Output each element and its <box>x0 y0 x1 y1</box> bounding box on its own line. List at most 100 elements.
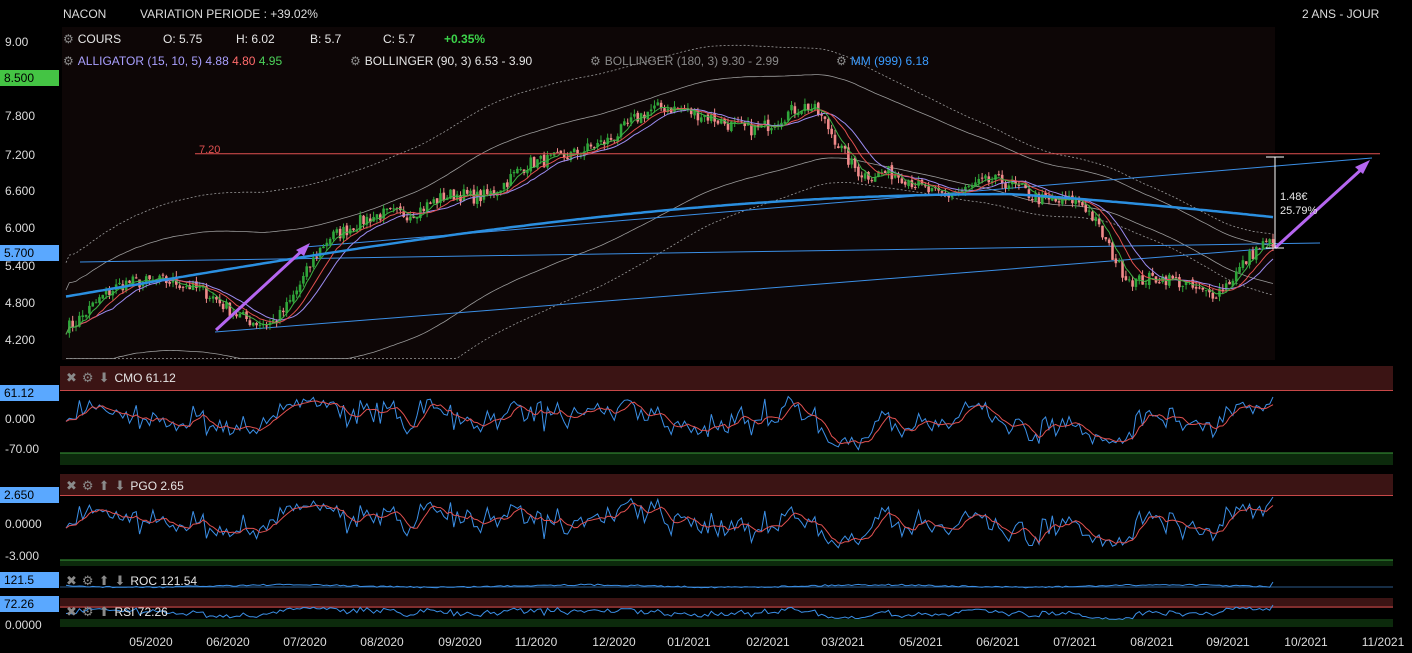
candle-body <box>235 314 238 317</box>
candle-body <box>385 208 389 211</box>
alligator-label: ALLIGATOR (15, 10, 5) <box>77 54 203 68</box>
candle-body <box>830 128 833 135</box>
candle-body <box>806 103 810 111</box>
y-tick: 7.200 <box>5 148 36 162</box>
y-tick: 6.000 <box>5 221 36 235</box>
candle-body <box>1238 266 1241 273</box>
candle-body <box>1081 202 1084 206</box>
candle-body <box>432 199 436 204</box>
level-label: 7.20 <box>199 144 221 156</box>
x-tick-label: 12/2020 <box>592 635 636 649</box>
candle-body <box>629 117 633 123</box>
close-icon[interactable]: ✖ <box>66 370 77 385</box>
candle-body <box>91 302 95 307</box>
candle-body <box>1124 276 1128 280</box>
mm-label: MM (999) 6.18 <box>850 54 929 68</box>
candle-body <box>1144 283 1148 285</box>
candle-body <box>1104 237 1108 240</box>
candle-body <box>827 119 830 130</box>
rsi-label: RSI 72.26 <box>114 605 168 619</box>
gear-icon[interactable]: ⚙ <box>82 370 94 385</box>
close-icon[interactable]: ✖ <box>66 478 77 493</box>
period-selector[interactable]: 2 ANS - JOUR <box>1302 7 1379 21</box>
candle-body <box>977 178 981 184</box>
arrow-up-icon[interactable]: ⬆ <box>99 573 110 588</box>
gear-icon[interactable]: ⚙ <box>63 32 74 46</box>
candle-body <box>288 300 292 302</box>
candle-body <box>599 140 603 142</box>
y-tick: 6.600 <box>5 184 36 198</box>
candle-body <box>649 109 653 112</box>
candle-body <box>1087 210 1091 212</box>
candle-body <box>328 238 332 245</box>
candle-body <box>181 286 185 288</box>
x-tick-label: 03/2021 <box>821 635 865 649</box>
x-tick-label: 06/2021 <box>976 635 1020 649</box>
gear-icon[interactable]: ⚙ <box>82 478 94 493</box>
candle-body <box>422 208 426 212</box>
candle-body <box>265 325 268 327</box>
candle-body <box>512 171 516 174</box>
arrow-up-icon[interactable]: ⬆ <box>99 604 110 619</box>
candle-body <box>1204 290 1208 292</box>
rsi-oversold-zone <box>60 619 1393 627</box>
candle-body <box>352 228 355 231</box>
candle-body <box>305 266 309 277</box>
high-value: H: 6.02 <box>236 32 275 46</box>
rsi-value-box: 72.26 <box>0 596 59 612</box>
pgo-tick: -3.000 <box>5 549 40 563</box>
candle-body <box>1007 185 1011 189</box>
candle-body <box>863 173 867 179</box>
y-tick: 4.800 <box>5 296 36 310</box>
close-icon[interactable]: ✖ <box>66 573 77 588</box>
candle-body <box>823 116 827 119</box>
candle-body <box>68 320 71 334</box>
gear-icon[interactable]: ⚙ <box>82 604 94 619</box>
candle-body <box>101 294 105 299</box>
candle-body <box>312 257 315 268</box>
candle-body <box>71 320 74 328</box>
gear-icon[interactable]: ⚙ <box>350 54 361 68</box>
candle-body <box>572 148 576 153</box>
candle-body <box>335 229 339 233</box>
candle-body <box>392 208 395 210</box>
gear-icon[interactable]: ⚙ <box>836 54 847 68</box>
gear-icon[interactable]: ⚙ <box>590 54 601 68</box>
candle-body <box>636 112 640 122</box>
candle-body <box>589 144 593 147</box>
x-tick-label: 01/2021 <box>667 635 711 649</box>
candle-body <box>1178 277 1181 288</box>
arrow-down-icon[interactable]: ⬇ <box>99 370 110 385</box>
candle-body <box>1107 239 1111 244</box>
candle-body <box>362 215 365 224</box>
candle-body <box>940 191 944 193</box>
price-chart <box>60 27 1393 627</box>
x-tick-label: 09/2020 <box>438 635 482 649</box>
candle-body <box>1030 199 1034 201</box>
pgo-line <box>65 496 1274 549</box>
candle-body <box>950 195 954 198</box>
gear-icon[interactable]: ⚙ <box>63 54 74 68</box>
candle-body <box>907 180 910 187</box>
candle-body <box>840 145 843 149</box>
candle-body <box>295 290 299 295</box>
rsi-panel-header: ✖ ⚙ ⬆ RSI 72.26 <box>66 604 168 620</box>
candle-body <box>221 303 225 310</box>
candle-body <box>1101 225 1104 238</box>
gear-icon[interactable]: ⚙ <box>82 573 94 588</box>
arrow-down-icon[interactable]: ⬇ <box>114 573 125 588</box>
legend-bollinger-90: ⚙ BOLLINGER (90, 3) 6.53 - 3.90 <box>350 54 532 68</box>
candle-body <box>1158 282 1161 284</box>
close-icon[interactable]: ✖ <box>66 604 77 619</box>
candle-body <box>1097 218 1101 225</box>
candle-body <box>94 302 98 304</box>
candle-body <box>1211 292 1215 299</box>
cmo-tick: -70.00 <box>5 442 40 456</box>
candle-body <box>1228 281 1231 285</box>
arrow-up-icon[interactable]: ⬆ <box>99 478 110 493</box>
candle-body <box>786 111 790 121</box>
arrow-down-icon[interactable]: ⬇ <box>114 478 125 493</box>
x-tick-label: 08/2021 <box>1130 635 1174 649</box>
candle-body <box>134 277 138 279</box>
candle-body <box>1234 271 1238 282</box>
